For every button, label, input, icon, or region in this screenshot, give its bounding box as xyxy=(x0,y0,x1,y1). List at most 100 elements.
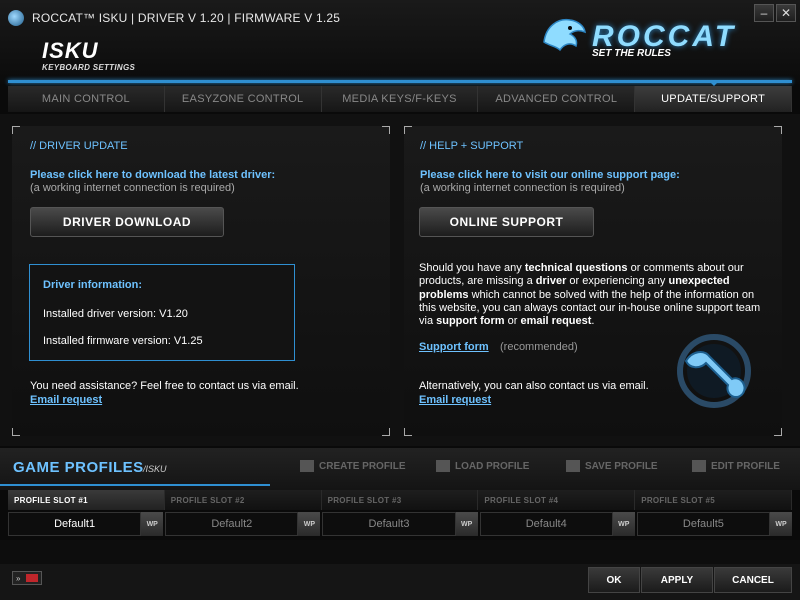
roccat-app-icon xyxy=(8,10,24,26)
panel-corner xyxy=(404,428,412,436)
profile-slot-5-name[interactable]: Default5 xyxy=(636,512,771,536)
profile-slot-5: Default5 WP xyxy=(636,512,793,536)
support-email-request-link[interactable]: Email request xyxy=(419,394,491,406)
roccat-cat-icon xyxy=(543,18,586,52)
online-support-note: (a working internet connection is requir… xyxy=(420,182,625,194)
help-support-title: // HELP + SUPPORT xyxy=(420,140,524,152)
close-button[interactable]: ✕ xyxy=(776,4,796,22)
wrench-icon xyxy=(677,334,751,408)
expand-arrow-icon: » xyxy=(16,573,21,583)
profile-slot-1-tab[interactable]: PROFILE SLOT #1 xyxy=(8,490,165,510)
driver-download-intro: Please click here to download the latest… xyxy=(30,169,276,181)
main-tabs: MAIN CONTROL EASYZONE CONTROL MEDIA KEYS… xyxy=(8,86,792,112)
language-flag-icon xyxy=(26,574,38,582)
firmware-version-row: Installed firmware version: V1.25 xyxy=(43,335,203,347)
support-text: . xyxy=(591,315,595,328)
firmware-version-value: V1.25 xyxy=(173,335,203,347)
support-form-recommended: (recommended) xyxy=(500,341,578,353)
keyboard-settings-label: KEYBOARD SETTINGS xyxy=(42,63,136,72)
tab-easyzone-control[interactable]: EASYZONE CONTROL xyxy=(164,86,322,112)
driver-version-value: V1.20 xyxy=(159,308,188,320)
profile-slot-2-wp-button[interactable]: WP xyxy=(298,512,321,536)
roccat-logo: ROCCAT SET THE RULES xyxy=(540,12,750,70)
driver-info-title: Driver information: xyxy=(43,279,143,291)
profile-slot-headers: PROFILE SLOT #1 PROFILE SLOT #2 PROFILE … xyxy=(8,490,792,510)
support-text-bold: driver xyxy=(535,275,567,288)
driver-version-row: Installed driver version: V1.20 xyxy=(43,308,188,320)
profile-slot-1-wp-button[interactable]: WP xyxy=(141,512,164,536)
profile-slot-2: Default2 WP xyxy=(165,512,321,536)
load-profile-label: LOAD PROFILE xyxy=(455,460,530,472)
panel-corner xyxy=(12,428,20,436)
support-text: or experiencing any xyxy=(566,275,669,288)
pencil-icon xyxy=(692,460,706,472)
driver-download-note: (a working internet connection is requir… xyxy=(30,182,235,194)
panel-corner xyxy=(12,126,20,134)
tab-media-keys[interactable]: MEDIA KEYS/F-KEYS xyxy=(321,86,479,112)
profile-slot-4: Default4 WP xyxy=(479,512,635,536)
support-form-link[interactable]: Support form xyxy=(419,341,489,353)
profile-slot-2-tab[interactable]: PROFILE SLOT #2 xyxy=(164,490,322,510)
profile-slot-4-wp-button[interactable]: WP xyxy=(612,512,635,536)
window-title: ROCCAT™ ISKU | DRIVER V 1.20 | FIRMWARE … xyxy=(32,11,341,25)
alternative-contact-text: Alternatively, you can also contact us v… xyxy=(419,380,649,392)
profile-slots: Default1 WP Default2 WP Default3 WP Defa… xyxy=(8,512,793,536)
profile-slot-3-tab[interactable]: PROFILE SLOT #3 xyxy=(321,490,479,510)
driver-update-title: // DRIVER UPDATE xyxy=(30,140,128,152)
folder-icon xyxy=(436,460,450,472)
help-support-panel: // HELP + SUPPORT Please click here to v… xyxy=(404,126,782,436)
profile-slot-4-name[interactable]: Default4 xyxy=(479,512,613,536)
tab-main-control[interactable]: MAIN CONTROL xyxy=(8,86,165,112)
game-profiles-title: GAME PROFILES xyxy=(13,459,144,476)
edit-profile-button[interactable]: EDIT PROFILE xyxy=(692,460,780,472)
driver-download-button[interactable]: DRIVER DOWNLOAD xyxy=(30,207,224,237)
panel-corner xyxy=(382,126,390,134)
save-icon xyxy=(566,460,580,472)
profile-slot-1: Default1 WP xyxy=(8,512,164,536)
support-text: or xyxy=(504,315,521,328)
online-support-intro: Please click here to visit our online su… xyxy=(420,169,680,181)
profile-slot-1-name[interactable]: Default1 xyxy=(8,512,142,536)
panel-corner xyxy=(774,428,782,436)
profile-slot-4-tab[interactable]: PROFILE SLOT #4 xyxy=(478,490,636,510)
create-icon xyxy=(300,460,314,472)
panel-corner xyxy=(382,428,390,436)
isku-logo: ISKU xyxy=(42,38,99,63)
driver-info-box: Driver information: Installed driver ver… xyxy=(29,264,295,361)
game-profiles-subtitle: /ISKU xyxy=(143,464,167,474)
support-text-bold: technical questions xyxy=(524,262,628,274)
driver-version-label: Installed driver version: xyxy=(43,308,157,320)
expand-button[interactable]: » xyxy=(12,571,42,585)
ok-button[interactable]: OK xyxy=(588,567,640,593)
driver-update-panel: // DRIVER UPDATE Please click here to do… xyxy=(12,126,390,436)
online-support-button[interactable]: ONLINE SUPPORT xyxy=(419,207,594,237)
game-profiles-accent xyxy=(0,484,270,486)
driver-email-request-link[interactable]: Email request xyxy=(30,394,102,406)
profile-slot-5-wp-button[interactable]: WP xyxy=(770,512,793,536)
profile-slot-5-tab[interactable]: PROFILE SLOT #5 xyxy=(635,490,792,510)
brand-slogan: SET THE RULES xyxy=(592,48,671,59)
firmware-version-label: Installed firmware version: xyxy=(43,335,171,347)
edit-profile-label: EDIT PROFILE xyxy=(711,460,780,472)
support-text-bold: support form xyxy=(436,315,505,328)
panel-corner xyxy=(404,126,412,134)
profile-slot-3-wp-button[interactable]: WP xyxy=(455,512,478,536)
profile-slot-2-name[interactable]: Default2 xyxy=(165,512,299,536)
profile-slot-3: Default3 WP xyxy=(322,512,478,536)
minimize-button[interactable]: – xyxy=(754,4,774,22)
header-divider xyxy=(8,80,792,83)
support-text-bold: email request xyxy=(520,315,592,328)
create-profile-label: CREATE PROFILE xyxy=(319,460,406,472)
profile-slot-3-name[interactable]: Default3 xyxy=(322,512,456,536)
tab-update-support[interactable]: UPDATE/SUPPORT xyxy=(635,86,792,112)
title-bar: ROCCAT™ ISKU | DRIVER V 1.20 | FIRMWARE … xyxy=(0,0,800,84)
create-profile-button[interactable]: CREATE PROFILE xyxy=(300,460,405,472)
panel-corner xyxy=(774,126,782,134)
apply-button[interactable]: APPLY xyxy=(641,567,713,593)
tab-advanced-control[interactable]: ADVANCED CONTROL xyxy=(478,86,636,112)
cancel-button[interactable]: CANCEL xyxy=(714,567,792,593)
save-profile-button[interactable]: SAVE PROFILE xyxy=(566,460,658,472)
load-profile-button[interactable]: LOAD PROFILE xyxy=(436,460,529,472)
save-profile-label: SAVE PROFILE xyxy=(585,460,658,472)
support-text: Should you have any xyxy=(419,262,525,274)
